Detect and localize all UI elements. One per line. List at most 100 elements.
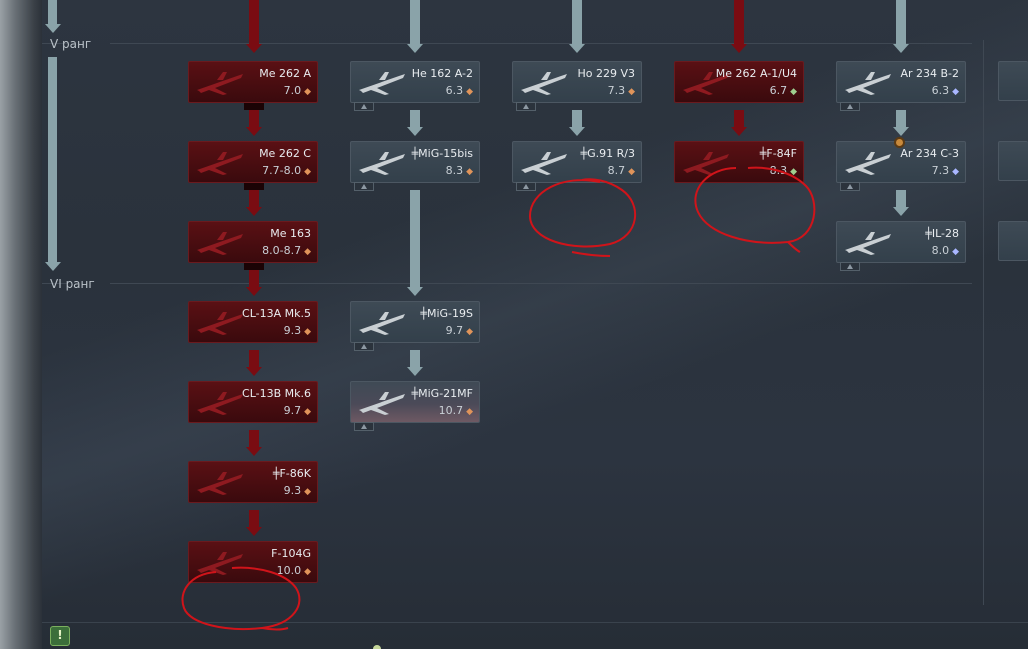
- tree-connector: [249, 190, 259, 208]
- vehicle-card[interactable]: Me 163 8.0-8.7 ◆: [188, 221, 318, 263]
- diamond-icon: ◆: [304, 247, 311, 257]
- aircraft-icon: [193, 306, 249, 338]
- aircraft-icon: [679, 146, 735, 178]
- battle-rating-value: 9.3: [283, 484, 302, 497]
- diamond-icon: ◆: [466, 327, 473, 337]
- tree-arrow: [246, 287, 262, 296]
- tree-arrow: [246, 207, 262, 216]
- diamond-icon: ◆: [304, 487, 311, 497]
- vehicle-card[interactable]: Me 262 A 7.0 ◆: [188, 61, 318, 103]
- bottom-divider: [42, 622, 1028, 623]
- vehicle-card[interactable]: ╪IL-28 8.0 ◆: [836, 221, 966, 271]
- battle-rating-value: 7.3: [607, 84, 626, 97]
- vehicle-name: ╪G.91 R/3: [580, 147, 635, 160]
- column-divider: [983, 40, 984, 605]
- vehicle-name: ╪F-86K: [272, 467, 311, 480]
- tree-arrow: [893, 44, 909, 53]
- vehicle-card[interactable]: ╪MiG-21MF 10.7 ◆: [350, 381, 480, 431]
- rank-tag-icon: [516, 182, 536, 191]
- rank-tag-icon: [840, 182, 860, 191]
- vehicle-card[interactable]: Me 262 C 7.7-8.0 ◆: [188, 141, 318, 183]
- battle-rating-value: 9.7: [283, 404, 302, 417]
- tree-arrow: [731, 127, 747, 136]
- vehicle-card-partial[interactable]: [998, 61, 1028, 101]
- vehicle-name: He 162 A-2: [411, 67, 473, 80]
- medal-icon: [894, 137, 905, 148]
- vehicle-card[interactable]: Me 262 A-1/U4 6.7 ◆: [674, 61, 804, 103]
- battle-rating: 7.3 ◆: [932, 164, 959, 177]
- rank-tag-icon: [354, 102, 374, 111]
- battle-rating-value: 8.7: [607, 164, 626, 177]
- battle-rating: 8.0 ◆: [932, 244, 959, 257]
- vehicle-name: Ho 229 V3: [577, 67, 635, 80]
- tree-connector: [410, 110, 420, 128]
- research-tree-screen: V ранг VI ранг Me 262 A 7.0 ◆ Me 262 C 7…: [0, 0, 1028, 649]
- vehicle-card[interactable]: CL-13A Mk.5 9.3 ◆: [188, 301, 318, 343]
- rank-progress-rail: [48, 57, 57, 263]
- vehicle-card[interactable]: ╪MiG-15bis 8.3 ◆: [350, 141, 480, 191]
- vehicle-card[interactable]: ╪F-84F 8.3 ◆: [674, 141, 804, 183]
- battle-rating: 7.7-8.0 ◆: [262, 164, 311, 177]
- tree-connector: [734, 0, 744, 45]
- rank-progress-arrow: [45, 262, 61, 271]
- aircraft-icon: [517, 66, 573, 98]
- battle-rating: 6.3 ◆: [932, 84, 959, 97]
- vehicle-card[interactable]: ╪F-86K 9.3 ◆: [188, 461, 318, 503]
- tree-connector: [249, 510, 259, 528]
- battle-rating: 8.3 ◆: [770, 164, 797, 177]
- tree-connector: [249, 0, 259, 45]
- battle-rating-value: 10.0: [276, 564, 302, 577]
- vehicle-card[interactable]: ╪MiG-19S 9.7 ◆: [350, 301, 480, 351]
- aircraft-icon: [193, 386, 249, 418]
- vehicle-name: ╪IL-28: [925, 227, 959, 240]
- tree-connector: [410, 190, 420, 288]
- rank-tag-icon: [354, 182, 374, 191]
- vehicle-name: CL-13A Mk.5: [242, 307, 311, 320]
- vehicle-name: ╪MiG-19S: [420, 307, 473, 320]
- battle-rating-value: 7.0: [283, 84, 302, 97]
- battle-rating: 9.7 ◆: [284, 404, 311, 417]
- rank-progress-arrow: [45, 24, 61, 33]
- vehicle-card[interactable]: ╪G.91 R/3 8.7 ◆: [512, 141, 642, 191]
- tree-connector: [410, 350, 420, 368]
- battle-rating-value: 7.3: [931, 164, 950, 177]
- aircraft-icon: [517, 146, 573, 178]
- battle-rating: 10.0 ◆: [277, 564, 311, 577]
- tree-arrow: [407, 367, 423, 376]
- aircraft-icon: [193, 66, 249, 98]
- exclamation-shield-icon[interactable]: [50, 626, 70, 646]
- tree-connector: [734, 110, 744, 128]
- vehicle-card[interactable]: F-104G 10.0 ◆: [188, 541, 318, 583]
- vehicle-card[interactable]: Ho 229 V3 7.3 ◆: [512, 61, 642, 111]
- battle-rating: 9.3 ◆: [284, 324, 311, 337]
- rank-tag-icon: [516, 102, 536, 111]
- battle-rating: 7.0 ◆: [284, 84, 311, 97]
- battle-rating: 8.0-8.7 ◆: [262, 244, 311, 257]
- tree-connector: [896, 110, 906, 128]
- diamond-icon: ◆: [790, 87, 797, 97]
- aircraft-icon: [193, 466, 249, 498]
- vehicle-card[interactable]: He 162 A-2 6.3 ◆: [350, 61, 480, 111]
- tree-connector: [896, 0, 906, 45]
- aircraft-icon: [193, 146, 249, 178]
- diamond-icon: ◆: [790, 167, 797, 177]
- background-edge: [0, 0, 42, 649]
- diamond-icon: ◆: [628, 167, 635, 177]
- vehicle-card-partial[interactable]: [998, 141, 1028, 181]
- vehicle-card[interactable]: Ar 234 B-2 6.3 ◆: [836, 61, 966, 111]
- rank-tag-icon: [840, 262, 860, 271]
- battle-rating-value: 6.3: [445, 84, 464, 97]
- battle-rating-value: 8.3: [445, 164, 464, 177]
- vehicle-card-partial[interactable]: [998, 221, 1028, 261]
- vehicle-card[interactable]: CL-13B Mk.6 9.7 ◆: [188, 381, 318, 423]
- tree-arrow: [893, 127, 909, 136]
- battle-rating: 9.7 ◆: [446, 324, 473, 337]
- diamond-icon: ◆: [466, 87, 473, 97]
- diamond-icon: ◆: [466, 167, 473, 177]
- aircraft-icon: [355, 146, 411, 178]
- diamond-icon: ◆: [304, 567, 311, 577]
- rank-divider: [110, 43, 972, 44]
- tree-connector: [249, 110, 259, 128]
- tree-connector: [249, 350, 259, 368]
- battle-rating: 6.3 ◆: [446, 84, 473, 97]
